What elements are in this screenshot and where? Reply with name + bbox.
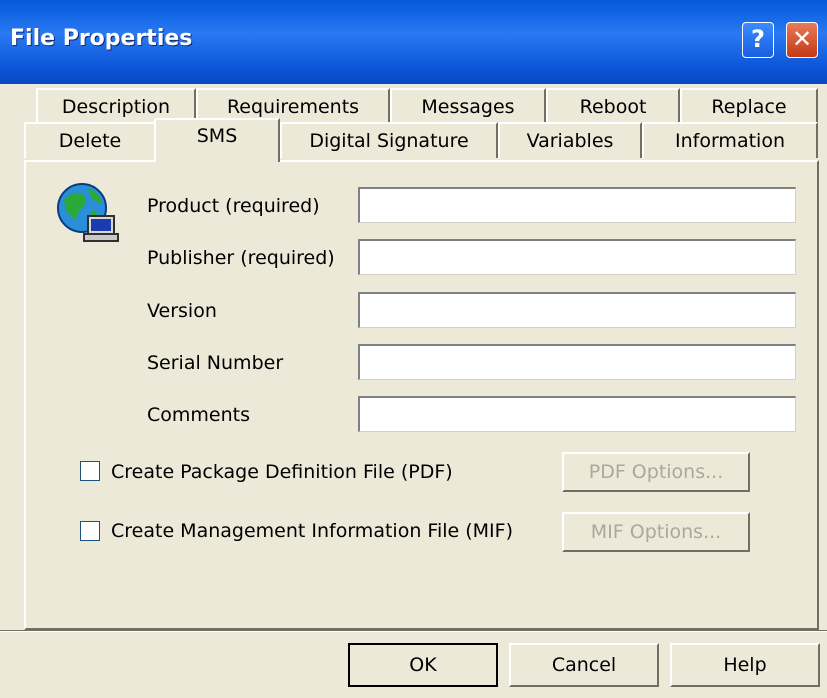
pdf-checkbox-label: Create Package Definition File (PDF)	[111, 461, 453, 483]
tab-strip: Description Requirements Messages Reboot…	[0, 84, 827, 164]
globe-computer-icon	[57, 183, 119, 242]
help-title-button[interactable]: ?	[742, 22, 774, 58]
tab-digital-signature[interactable]: Digital Signature	[280, 122, 498, 158]
window-title: File Properties	[10, 26, 193, 51]
mif-options-button[interactable]: MIF Options...	[562, 512, 750, 552]
tab-replace[interactable]: Replace	[680, 88, 818, 124]
serial-number-input[interactable]	[358, 344, 796, 380]
help-button[interactable]: Help	[670, 643, 820, 687]
tab-reboot[interactable]: Reboot	[546, 88, 680, 124]
pdf-checkbox[interactable]	[80, 461, 100, 481]
mif-checkbox-label: Create Management Information File (MIF)	[111, 520, 513, 542]
product-label: Product (required)	[147, 195, 320, 217]
sms-tab-panel	[24, 160, 819, 630]
version-label: Version	[147, 300, 217, 322]
comments-label: Comments	[147, 404, 250, 426]
title-bar[interactable]: File Properties ? ✕	[0, 0, 827, 84]
close-button[interactable]: ✕	[786, 22, 818, 58]
pdf-options-button[interactable]: PDF Options...	[562, 452, 750, 492]
version-input[interactable]	[358, 292, 796, 328]
publisher-label: Publisher (required)	[147, 247, 335, 269]
tab-messages[interactable]: Messages	[390, 88, 546, 124]
ok-button[interactable]: OK	[348, 643, 498, 687]
publisher-input[interactable]	[358, 239, 796, 275]
file-properties-dialog: File Properties ? ✕ Description Requirem…	[0, 0, 827, 698]
product-input[interactable]	[358, 187, 796, 223]
tab-sms[interactable]: SMS	[154, 118, 280, 162]
cancel-button[interactable]: Cancel	[509, 643, 659, 687]
comments-input[interactable]	[358, 396, 796, 432]
tab-delete[interactable]: Delete	[24, 122, 156, 158]
tab-information[interactable]: Information	[642, 122, 818, 158]
tab-variables[interactable]: Variables	[498, 122, 642, 158]
serial-number-label: Serial Number	[147, 352, 284, 374]
mif-checkbox[interactable]	[80, 521, 100, 541]
footer-separator	[0, 630, 827, 632]
